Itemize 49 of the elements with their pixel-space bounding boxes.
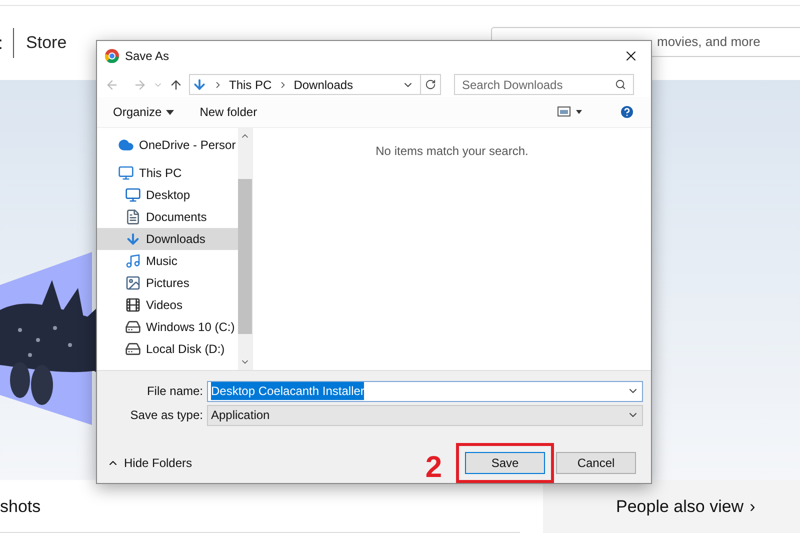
up-icon[interactable]	[169, 78, 183, 92]
image-icon	[125, 275, 141, 292]
field-label: File name:	[146, 383, 204, 400]
search-icon	[615, 79, 626, 90]
section-heading: shots	[0, 496, 41, 518]
download-icon	[125, 231, 141, 248]
new-folder-button[interactable]: New folder	[200, 103, 258, 122]
caret-icon	[166, 110, 174, 115]
drive-icon	[125, 319, 141, 336]
breadcrumb-item[interactable]: Downloads	[294, 76, 354, 94]
folder-tree-item[interactable]: Documents	[97, 206, 238, 228]
drive-icon	[125, 341, 141, 358]
store-title: Store	[26, 32, 67, 54]
logo-fragment: :	[0, 32, 4, 54]
monitor-icon	[118, 165, 134, 182]
folder-tree-item[interactable]: Downloads	[97, 228, 238, 250]
dialog-title: Save As	[125, 48, 170, 66]
breadcrumb-item[interactable]: This PC	[229, 76, 272, 94]
save-button[interactable]: Save	[465, 452, 545, 474]
folder-tree-item[interactable]: This PC	[97, 162, 238, 184]
address-bar[interactable]: This PC Downloads	[189, 74, 441, 96]
folder-tree-item[interactable]: Pictures	[97, 272, 238, 294]
app-logo-icon	[105, 49, 119, 64]
save-type-dropdown[interactable]: Application	[207, 404, 643, 426]
document-icon	[125, 209, 141, 226]
folder-tree-item[interactable]: Windows 10 (C:)	[97, 316, 238, 338]
cloud-icon	[118, 137, 134, 154]
monitor-icon	[125, 187, 141, 204]
hide-folders-button[interactable]: Hide Folders	[107, 454, 192, 472]
folder-tree-item[interactable]: Videos	[97, 294, 238, 316]
music-icon	[125, 253, 141, 270]
refresh-icon[interactable]	[425, 79, 436, 90]
folder-tree-item[interactable]: Music	[97, 250, 238, 272]
folder-tree-item[interactable]: Local Disk (D:)	[97, 338, 238, 360]
organize-button[interactable]: Organize	[113, 103, 174, 122]
view-icon[interactable]	[557, 106, 583, 118]
scrollbar[interactable]	[238, 128, 252, 370]
step-number: 2	[425, 453, 442, 483]
empty-message: No items match your search.	[376, 143, 528, 160]
side-heading[interactable]: People also view ›	[616, 494, 756, 520]
help-icon[interactable]	[619, 104, 635, 120]
file-name-field[interactable]: Desktop Coelacanth Installer	[207, 380, 643, 402]
download-icon	[192, 77, 207, 92]
folder-tree-item[interactable]: OneDrive - Persor	[97, 134, 238, 156]
folder-tree-item[interactable]: Desktop	[97, 184, 238, 206]
cancel-button[interactable]: Cancel	[556, 452, 636, 474]
field-label: Save as type:	[129, 407, 204, 424]
search-field[interactable]: Search Downloads	[454, 74, 634, 96]
film-icon	[125, 297, 141, 314]
